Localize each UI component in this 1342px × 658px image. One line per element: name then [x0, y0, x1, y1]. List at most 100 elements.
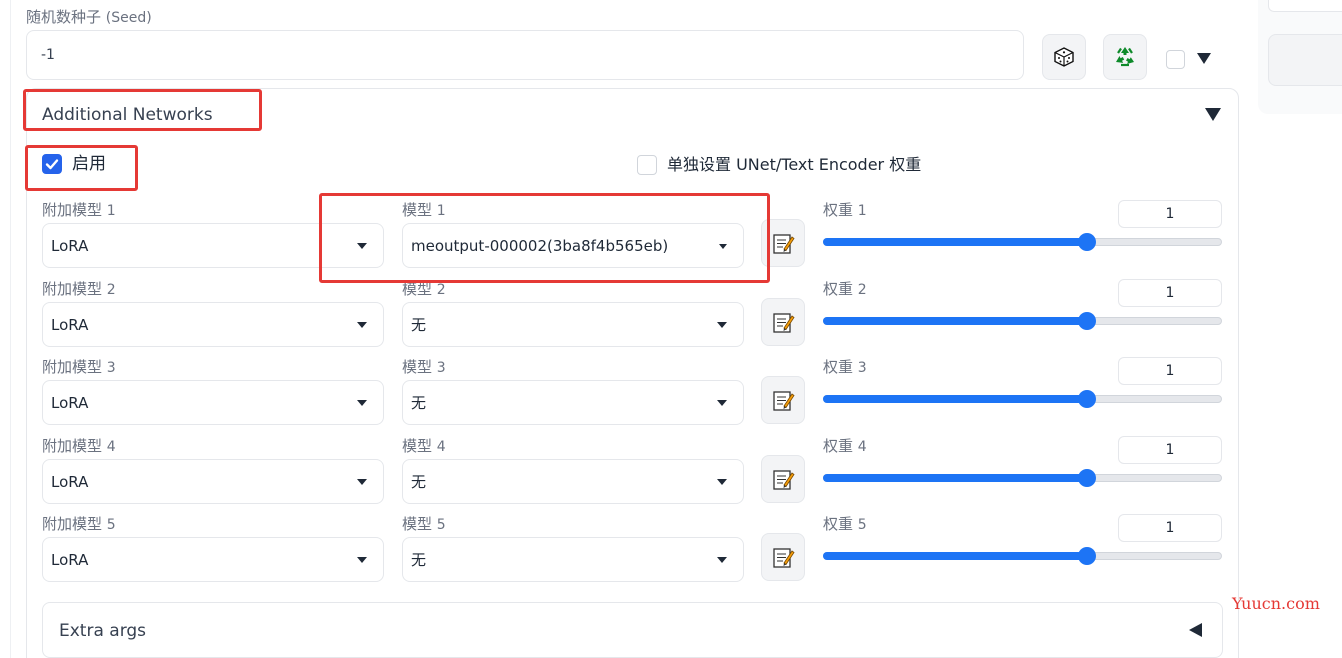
weight-label: 权重 3	[823, 357, 867, 378]
model-select[interactable]: 无	[402, 302, 744, 347]
chevron-down-icon	[717, 321, 727, 328]
weight-number-input[interactable]: 1	[1118, 357, 1222, 385]
additional-model-select[interactable]: LoRA	[42, 380, 384, 425]
weight-label-index: 1	[857, 203, 867, 219]
seed-label-text: 随机数种子	[26, 8, 102, 26]
seed-extra-toggle-icon[interactable]	[1197, 53, 1211, 64]
weight-slider[interactable]	[823, 233, 1222, 251]
weight-slider[interactable]	[823, 390, 1222, 408]
highlight-additional-networks	[23, 89, 262, 131]
weight-slider-thumb[interactable]	[1078, 547, 1096, 565]
memo-icon	[773, 234, 795, 254]
weight-slider-thumb[interactable]	[1078, 469, 1096, 487]
reuse-seed-button[interactable]	[1103, 34, 1147, 80]
type-label-index: 3	[106, 360, 116, 376]
additional-model-value: LoRA	[51, 393, 89, 412]
additional-model-value: LoRA	[51, 236, 89, 255]
right-panel-button[interactable]	[1268, 34, 1342, 86]
model-select[interactable]: 无	[402, 380, 744, 425]
edit-model-button[interactable]	[761, 376, 805, 424]
weight-slider[interactable]	[823, 312, 1222, 330]
edit-model-button[interactable]	[761, 455, 805, 503]
model-label: 模型 3	[402, 357, 446, 378]
model-label-index: 5	[436, 517, 446, 533]
chevron-down-icon	[717, 556, 727, 563]
watermark-text: Yuucn.com	[1232, 594, 1320, 613]
weight-slider-thumb[interactable]	[1078, 312, 1096, 330]
separate-weights-label: 单独设置 UNet/Text Encoder 权重	[667, 155, 922, 174]
weight-label-text: 权重	[823, 437, 854, 455]
weight-slider[interactable]	[823, 547, 1222, 565]
weight-label: 权重 4	[823, 436, 867, 457]
separate-weights-checkbox[interactable]	[637, 155, 657, 175]
type-label: 附加模型 1	[42, 200, 116, 221]
additional-model-select[interactable]: LoRA	[42, 302, 384, 347]
weight-number-input[interactable]: 1	[1118, 436, 1222, 464]
weight-value: 1	[1165, 363, 1175, 379]
extra-args-panel[interactable]	[42, 602, 1223, 658]
expand-icon[interactable]	[1189, 623, 1202, 637]
weight-number-input[interactable]: 1	[1118, 200, 1222, 228]
random-seed-button[interactable]	[1042, 34, 1086, 80]
model-select[interactable]: 无	[402, 459, 744, 504]
weight-label-text: 权重	[823, 358, 854, 376]
additional-model-value: LoRA	[51, 472, 89, 491]
model-label: 模型 4	[402, 436, 446, 457]
additional-model-select[interactable]: LoRA	[42, 459, 384, 504]
chevron-down-icon	[717, 399, 727, 406]
collapse-icon[interactable]	[1205, 108, 1221, 121]
chevron-down-icon	[357, 556, 367, 563]
memo-icon	[773, 548, 795, 568]
edit-model-button[interactable]	[761, 298, 805, 346]
weight-label: 权重 5	[823, 514, 867, 535]
seed-value: -1	[41, 47, 55, 63]
memo-icon	[773, 313, 795, 333]
type-label-index: 1	[106, 203, 116, 219]
extra-args-label[interactable]: Extra args	[59, 619, 146, 643]
type-label-index: 4	[106, 439, 116, 455]
weight-label-index: 5	[857, 517, 867, 533]
model-value: 无	[411, 394, 427, 412]
type-label-text: 附加模型	[42, 201, 103, 219]
weight-number-input[interactable]: 1	[1118, 514, 1222, 542]
weight-label-text: 权重	[823, 201, 854, 219]
weight-slider[interactable]	[823, 469, 1222, 487]
type-label: 附加模型 5	[42, 514, 116, 535]
highlight-enable	[25, 145, 138, 191]
right-panel-field[interactable]	[1268, 0, 1342, 12]
model-label-text: 模型	[402, 437, 433, 455]
type-label: 附加模型 4	[42, 436, 116, 457]
seed-input[interactable]: -1	[26, 30, 1024, 80]
panel-left-border	[10, 0, 11, 658]
chevron-down-icon	[357, 399, 367, 406]
weight-slider-fill	[823, 238, 1086, 246]
weight-slider-thumb[interactable]	[1078, 233, 1096, 251]
additional-model-value: LoRA	[51, 315, 89, 334]
memo-icon	[773, 391, 795, 411]
model-label-text: 模型	[402, 515, 433, 533]
chevron-down-icon	[357, 321, 367, 328]
weight-number-input[interactable]: 1	[1118, 279, 1222, 307]
weight-value: 1	[1165, 520, 1175, 536]
seed-extra-checkbox[interactable]	[1166, 50, 1185, 69]
model-label-index: 4	[436, 439, 446, 455]
recycle-icon	[1116, 47, 1134, 67]
weight-value: 1	[1165, 285, 1175, 301]
weight-label-text: 权重	[823, 515, 854, 533]
type-label: 附加模型 3	[42, 357, 116, 378]
model-select[interactable]: 无	[402, 537, 744, 582]
dice-icon	[1054, 47, 1074, 67]
weight-slider-fill	[823, 552, 1086, 560]
type-label: 附加模型 2	[42, 279, 116, 300]
additional-model-select[interactable]: LoRA	[42, 537, 384, 582]
type-label-index: 2	[106, 282, 116, 298]
edit-model-button[interactable]	[761, 533, 805, 581]
model-value: 无	[411, 316, 427, 334]
weight-slider-thumb[interactable]	[1078, 390, 1096, 408]
seed-label-suffix: (Seed)	[105, 10, 152, 26]
model-label-text: 模型	[402, 358, 433, 376]
weight-label: 权重 1	[823, 200, 867, 221]
model-label-index: 2	[436, 282, 446, 298]
weight-value: 1	[1165, 442, 1175, 458]
chevron-down-icon	[357, 478, 367, 485]
